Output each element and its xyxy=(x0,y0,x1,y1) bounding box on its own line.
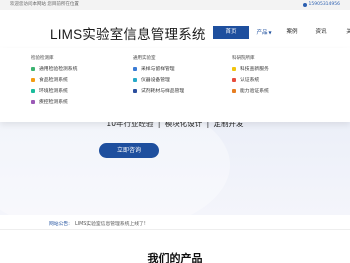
consult-button[interactable]: 立即咨询 xyxy=(99,143,159,158)
dropdown-heading: 通用实验室 xyxy=(133,56,156,61)
nav-about[interactable]: 关 xyxy=(342,26,350,39)
top-bar: 欢迎您访问本网站 您目前所在位置 15905314956 xyxy=(0,0,350,10)
dropdown-item-label: 科技查新服务 xyxy=(240,67,269,72)
red-square-icon xyxy=(232,77,236,82)
yellow-square-icon xyxy=(232,66,236,71)
dropdown-heading: 科研院所库 xyxy=(232,56,255,61)
announcement-label: 网站公告: xyxy=(49,222,70,227)
chevron-down-icon: ▼ xyxy=(268,30,272,35)
hotline: 15905314956 xyxy=(302,0,341,10)
dropdown-heading: 检验检测库 xyxy=(31,56,54,61)
nav-products[interactable]: 产品▼ xyxy=(252,26,276,39)
dropdown-item[interactable]: 试剂耗材与样品管理 xyxy=(133,85,184,96)
announcement-text[interactable]: LIMS实验室信息管理系统上线了! xyxy=(75,220,146,227)
blue-square-icon xyxy=(133,66,137,71)
phone-icon xyxy=(302,3,307,7)
dropdown-item[interactable]: 食品检测系统 xyxy=(31,74,77,85)
dropdown-item-label: 采样与留样管理 xyxy=(141,67,175,72)
nav-products-label: 产品 xyxy=(256,30,268,36)
dropdown-column-research: 科研院所库 科技查新服务 认证系统 能力验证系统 xyxy=(232,55,269,96)
nav-news[interactable]: 资讯 xyxy=(314,26,328,39)
dropdown-item[interactable]: 通用检验检测系统 xyxy=(31,63,77,74)
dropdown-item-label: 食品检测系统 xyxy=(39,78,68,83)
dropdown-item-label: 认证系统 xyxy=(240,78,260,83)
dropdown-item-label: 疾控检测系统 xyxy=(39,100,68,105)
dropdown-item-label: 通用检验检测系统 xyxy=(39,67,78,72)
dropdown-item[interactable]: 科技查新服务 xyxy=(232,63,269,74)
dropdown-item[interactable]: 仪器设备管理 xyxy=(133,74,184,85)
teal-square-icon xyxy=(31,88,35,93)
brand-title[interactable]: LIMS实验室信息管理系统 xyxy=(50,23,206,43)
announcement-bar: 网站公告: LIMS实验室信息管理系统上线了! xyxy=(0,218,350,230)
dropdown-item-label: 试剂耗材与样品管理 xyxy=(141,89,185,94)
dropdown-item-label: 环境检测系统 xyxy=(39,89,68,94)
dropdown-item[interactable]: 采样与留样管理 xyxy=(133,63,184,74)
dropdown-column-lab: 通用实验室 采样与留样管理 仪器设备管理 试剂耗材与样品管理 xyxy=(133,55,184,96)
nav-home[interactable]: 首页 xyxy=(213,26,249,39)
cyan-square-icon xyxy=(133,77,137,82)
dropdown-item-label: 仪器设备管理 xyxy=(141,78,170,83)
dropdown-item-label: 能力验证系统 xyxy=(240,89,269,94)
green-square-icon xyxy=(31,66,35,71)
dropdown-column-testing: 检验检测库 通用检验检测系统 食品检测系统 环境检测系统 疾控检测系统 xyxy=(31,55,77,107)
welcome-text: 欢迎您访问本网站 您目前所在位置 xyxy=(10,2,79,7)
orange-red-square-icon xyxy=(232,88,236,93)
dropdown-item[interactable]: 疾控检测系统 xyxy=(31,96,77,107)
orange-square-icon xyxy=(31,77,35,82)
products-section-title: 我们的产品 xyxy=(147,252,203,263)
dropdown-item[interactable]: 能力验证系统 xyxy=(232,85,269,96)
products-dropdown: 检验检测库 通用检验检测系统 食品检测系统 环境检测系统 疾控检测系统 通用实验… xyxy=(0,48,350,122)
dropdown-item[interactable]: 认证系统 xyxy=(232,74,269,85)
dropdown-item[interactable]: 环境检测系统 xyxy=(31,85,77,96)
phone-number[interactable]: 15905314956 xyxy=(309,0,341,10)
nav-cases[interactable]: 案例 xyxy=(285,26,299,39)
navy-square-icon xyxy=(133,88,137,93)
purple-square-icon xyxy=(31,99,35,104)
